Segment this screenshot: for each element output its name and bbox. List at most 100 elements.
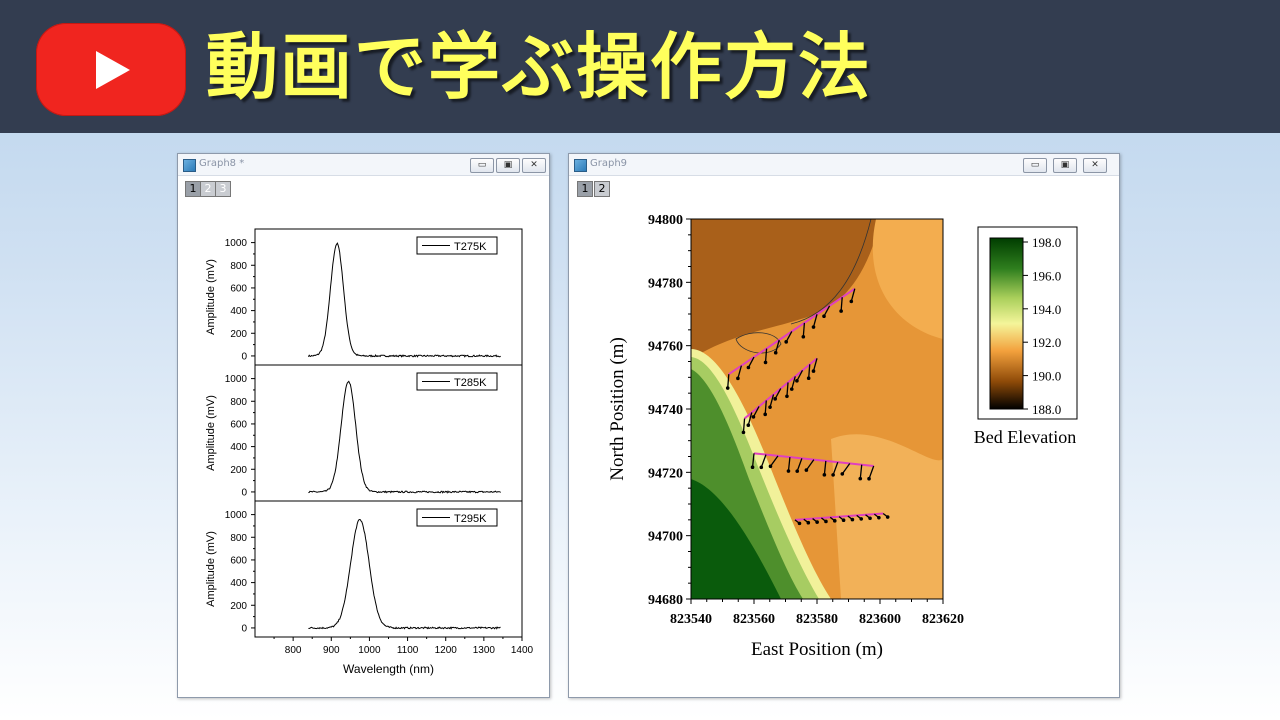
y-tick-label: 0 bbox=[241, 623, 247, 634]
x-axis-label: Wavelength (nm) bbox=[343, 662, 434, 676]
velocity-arrowhead bbox=[811, 325, 816, 329]
velocity-arrowhead bbox=[832, 519, 837, 523]
banner: 動画で学ぶ操作方法 bbox=[0, 0, 1280, 133]
y-tick-label: 94720 bbox=[648, 466, 683, 481]
x-tick-label: 900 bbox=[323, 645, 340, 656]
y-tick-label: 800 bbox=[230, 261, 247, 272]
x-tick-label: 823620 bbox=[922, 612, 964, 627]
y-axis-label: Amplitude (mV) bbox=[205, 395, 217, 471]
y-tick-label: 600 bbox=[230, 555, 247, 566]
graph8-window[interactable]: Graph8 * ▭ ▣ ✕ 1 2 3 0 200 400 600 800 1000 Am… bbox=[177, 153, 550, 698]
x-tick-label: 1100 bbox=[397, 645, 419, 656]
velocity-arrowhead bbox=[751, 415, 756, 419]
legend-label: T295K bbox=[454, 513, 487, 525]
velocity-arrowhead bbox=[840, 472, 845, 476]
velocity-arrowhead bbox=[806, 376, 811, 381]
colorbar-tick-label: 190.0 bbox=[1032, 369, 1061, 384]
y-tick-label: 1000 bbox=[225, 238, 248, 249]
y-tick-label: 1000 bbox=[225, 510, 248, 521]
y-tick-label: 600 bbox=[230, 283, 247, 294]
velocity-arrowhead bbox=[768, 464, 773, 469]
velocity-arrowhead bbox=[822, 473, 827, 477]
velocity-arrowhead bbox=[773, 350, 778, 355]
velocity-arrowhead bbox=[784, 340, 789, 344]
velocity-arrowhead bbox=[867, 476, 871, 481]
velocity-arrowhead bbox=[815, 520, 819, 524]
x-tick-label: 823600 bbox=[859, 612, 901, 627]
velocity-arrowhead bbox=[885, 515, 890, 519]
velocity-arrowhead bbox=[849, 299, 854, 304]
graph9-window[interactable]: Graph9 ▭ ▣ ✕ 1 2 94680 94700 94720 94740 947… bbox=[568, 153, 1120, 698]
velocity-arrowhead bbox=[746, 423, 751, 428]
velocity-arrowhead bbox=[797, 521, 802, 526]
colorbar-tick-label: 188.0 bbox=[1032, 402, 1061, 417]
y-tick-label: 400 bbox=[230, 578, 247, 589]
youtube-play-icon[interactable] bbox=[36, 23, 186, 116]
y-tick-label: 94760 bbox=[648, 340, 683, 355]
velocity-arrowhead bbox=[789, 387, 794, 391]
velocity-arrowhead bbox=[868, 516, 872, 521]
velocity-arrowhead bbox=[801, 334, 806, 339]
y-tick-label: 400 bbox=[230, 306, 247, 317]
x-tick-label: 823580 bbox=[796, 612, 838, 627]
contour-fill-layer bbox=[691, 219, 943, 599]
y-tick-label: 94780 bbox=[648, 276, 683, 291]
velocity-arrowhead bbox=[806, 520, 811, 525]
velocity-arrowhead bbox=[736, 376, 740, 381]
x-tick-label: 1400 bbox=[511, 645, 534, 656]
y-tick-label: 0 bbox=[241, 487, 247, 498]
y-axis-label: Amplitude (mV) bbox=[205, 531, 217, 607]
velocity-arrowhead bbox=[839, 309, 843, 313]
x-tick-label: 800 bbox=[285, 645, 302, 656]
y-tick-label: 94680 bbox=[648, 593, 683, 608]
velocity-arrowhead bbox=[786, 469, 791, 473]
velocity-arrowhead bbox=[763, 412, 768, 417]
velocity-arrowhead bbox=[858, 476, 863, 481]
y-axis-label: Amplitude (mV) bbox=[205, 259, 217, 335]
legend-label: T285K bbox=[454, 377, 487, 389]
y-tick-label: 600 bbox=[230, 419, 247, 430]
series-line-T275K bbox=[307, 242, 501, 358]
y-tick-label: 200 bbox=[230, 465, 247, 476]
velocity-arrowhead bbox=[877, 515, 881, 520]
velocity-arrowhead bbox=[773, 397, 777, 401]
velocity-arrowhead bbox=[763, 360, 768, 365]
bed-elevation-contour-chart: 94680 94700 94720 94740 94760 94780 94800 82354… bbox=[607, 213, 1078, 660]
y-tick-label: 94700 bbox=[648, 530, 683, 545]
legend-label: T275K bbox=[454, 241, 487, 253]
series-line-T285K bbox=[308, 380, 501, 494]
x-tick-label: 1200 bbox=[435, 645, 458, 656]
y-tick-label: 800 bbox=[230, 397, 247, 408]
velocity-arrowhead bbox=[741, 430, 746, 435]
velocity-arrowhead bbox=[746, 365, 751, 370]
velocity-arrowhead bbox=[831, 473, 835, 477]
x-tick-label: 1000 bbox=[358, 645, 381, 656]
y-tick-label: 94740 bbox=[648, 403, 683, 418]
y-tick-label: 200 bbox=[230, 601, 247, 612]
y-tick-label: 94800 bbox=[648, 213, 683, 228]
y-tick-label: 200 bbox=[230, 329, 247, 340]
banner-title: 動画で学ぶ操作方法 bbox=[206, 25, 873, 109]
velocity-arrowhead bbox=[795, 379, 799, 383]
y-tick-label: 800 bbox=[230, 533, 247, 544]
x-tick-label: 823540 bbox=[670, 612, 712, 627]
colorbar-tick-label: 194.0 bbox=[1032, 302, 1061, 317]
x-tick-label: 823560 bbox=[733, 612, 775, 627]
colorbar-tick-label: 196.0 bbox=[1032, 268, 1061, 283]
velocity-arrowhead bbox=[759, 465, 764, 470]
velocity-arrowhead bbox=[824, 519, 828, 524]
y-axis-label: North Position (m) bbox=[607, 337, 628, 481]
velocity-arrowhead bbox=[804, 468, 809, 472]
y-tick-label: 400 bbox=[230, 442, 247, 453]
x-tick-label: 1300 bbox=[473, 645, 496, 656]
velocity-arrowhead bbox=[859, 517, 864, 521]
velocity-arrowhead bbox=[768, 405, 772, 409]
velocity-arrowhead bbox=[795, 469, 800, 473]
colorbar-tick-label: 192.0 bbox=[1032, 335, 1061, 350]
y-tick-label: 0 bbox=[241, 351, 247, 362]
y-tick-label: 1000 bbox=[225, 374, 248, 385]
velocity-arrowhead bbox=[785, 394, 789, 399]
velocity-arrowhead bbox=[850, 517, 855, 522]
stacked-spectra-chart: 0 200 400 600 800 1000 Amplitude (mV) T275K 0 200… bbox=[205, 228, 534, 676]
velocity-arrowhead bbox=[750, 465, 755, 470]
